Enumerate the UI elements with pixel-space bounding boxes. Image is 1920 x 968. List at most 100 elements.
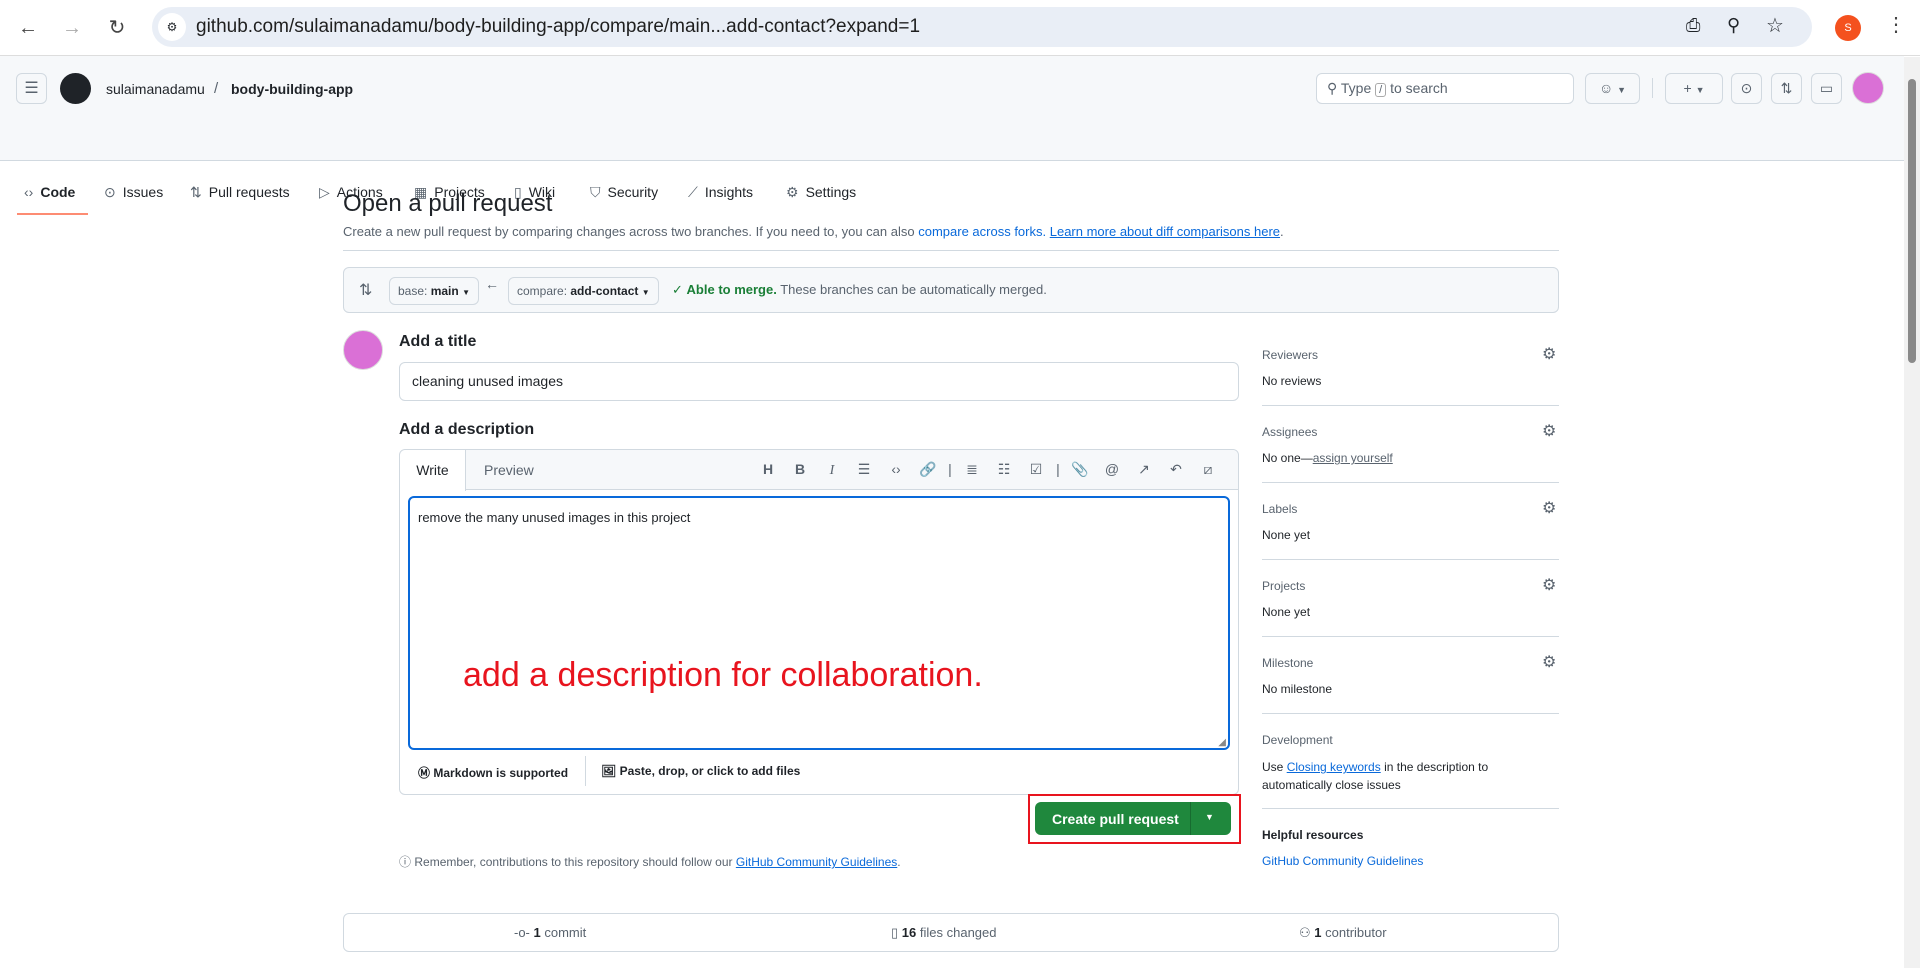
- scrollbar-thumb[interactable]: [1908, 79, 1916, 363]
- hamburger-menu-icon[interactable]: ☰: [16, 73, 47, 104]
- guidelines-link[interactable]: GitHub Community Guidelines: [736, 855, 897, 869]
- profile-avatar[interactable]: S: [1835, 15, 1861, 41]
- annotation-text: add a description for collaboration.: [463, 656, 983, 694]
- tab-insights[interactable]: ⟋ Insights: [688, 174, 753, 210]
- pull-requests-icon[interactable]: ⇅: [1771, 73, 1802, 104]
- bold-icon[interactable]: B: [784, 461, 816, 477]
- tab-write[interactable]: Write: [400, 450, 466, 491]
- compare-branch-select[interactable]: compare: add-contact ▼: [508, 277, 659, 305]
- base-label: base:: [398, 284, 428, 298]
- user-avatar[interactable]: [1852, 72, 1884, 104]
- italic-icon[interactable]: I: [816, 463, 848, 479]
- tab-issues[interactable]: ⊙ Issues: [104, 174, 163, 210]
- tab-preview[interactable]: Preview: [484, 450, 534, 490]
- back-icon[interactable]: ←: [14, 14, 42, 42]
- milestone-label[interactable]: Milestone: [1262, 656, 1313, 670]
- plus-icon: +: [1683, 80, 1692, 96]
- files-changed-link[interactable]: ▯ 16 files changed: [891, 925, 997, 941]
- menu-dots-icon[interactable]: ⋮: [1886, 12, 1906, 37]
- resize-handle-icon[interactable]: ◢: [1218, 737, 1226, 748]
- code-icon: ‹›: [24, 184, 34, 200]
- compare-forks-link[interactable]: compare across forks.: [918, 224, 1046, 239]
- summary-bar: -o- 1 commit ▯ 16 files changed ⚇ 1 cont…: [343, 913, 1559, 952]
- address-bar[interactable]: ⚙ github.com/sulaimanadamu/body-building…: [152, 7, 1812, 47]
- forward-icon[interactable]: →: [58, 14, 86, 42]
- mention-icon[interactable]: @: [1096, 461, 1128, 477]
- labels-label[interactable]: Labels: [1262, 502, 1297, 516]
- url-text[interactable]: github.com/sulaimanadamu/body-building-a…: [196, 16, 920, 38]
- divider: [1262, 559, 1559, 560]
- caret-down-icon[interactable]: ▼: [1205, 812, 1214, 822]
- tab-security[interactable]: ⛉ Security: [590, 174, 658, 210]
- task-list-icon[interactable]: ☑: [1020, 461, 1052, 478]
- gear-icon[interactable]: ⚙: [1542, 575, 1556, 595]
- development-note: Use Closing keywords in the description …: [1262, 758, 1532, 794]
- cross-reference-icon[interactable]: ↗: [1128, 461, 1160, 478]
- unordered-list-icon[interactable]: ☷: [988, 461, 1020, 478]
- issues-icon[interactable]: ⊙: [1731, 73, 1762, 104]
- create-new-button[interactable]: + ▼: [1665, 73, 1723, 104]
- slash-commands-icon[interactable]: ⧄: [1192, 461, 1224, 478]
- pull-request-icon: ⇅: [190, 183, 202, 200]
- bookmark-star-icon[interactable]: ☆: [1766, 13, 1784, 38]
- reload-icon[interactable]: ↻: [103, 14, 131, 42]
- projects-label[interactable]: Projects: [1262, 579, 1305, 593]
- divider: [1262, 713, 1559, 714]
- search-input[interactable]: ⚲ Type / to search: [1316, 73, 1574, 104]
- heading-icon[interactable]: H: [752, 461, 784, 477]
- period: .: [1280, 224, 1284, 239]
- gear-icon[interactable]: ⚙: [1542, 498, 1556, 518]
- copilot-icon: ☺: [1598, 80, 1614, 96]
- author-avatar: [343, 330, 383, 370]
- assign-yourself-link[interactable]: assign yourself: [1313, 451, 1393, 465]
- assignees-none: No one—: [1262, 451, 1313, 465]
- breadcrumb-separator: /: [214, 80, 219, 97]
- assignees-label[interactable]: Assignees: [1262, 425, 1317, 439]
- gear-icon[interactable]: ⚙: [1542, 344, 1556, 364]
- title-input[interactable]: cleaning unused images: [399, 362, 1239, 401]
- community-guidelines-link[interactable]: GitHub Community Guidelines: [1262, 854, 1423, 868]
- site-info-icon[interactable]: ⚙: [158, 13, 186, 41]
- link-icon[interactable]: 🔗: [912, 461, 944, 478]
- attach-icon[interactable]: 📎: [1064, 461, 1096, 478]
- chevron-down-icon: ▼: [1617, 85, 1627, 95]
- repo-link[interactable]: body-building-app: [231, 81, 353, 97]
- commits-link[interactable]: -o- 1 commit: [514, 925, 586, 940]
- base-branch-select[interactable]: base: main ▼: [389, 277, 479, 305]
- page-title: Open a pull request: [343, 190, 553, 217]
- closing-keywords-link[interactable]: Closing keywords: [1287, 760, 1381, 774]
- ordered-list-icon[interactable]: ≣: [956, 461, 988, 478]
- commits-label: commit: [544, 925, 587, 940]
- copilot-button[interactable]: ☺ ▼: [1585, 73, 1640, 104]
- zoom-icon[interactable]: ⚲: [1727, 15, 1740, 36]
- inbox-icon[interactable]: ▭: [1811, 73, 1842, 104]
- reviewers-label[interactable]: Reviewers: [1262, 348, 1318, 362]
- subtitle-text: Create a new pull request by comparing c…: [343, 224, 915, 239]
- github-logo-icon[interactable]: [60, 73, 91, 104]
- contributors-link[interactable]: ⚇ 1 contributor: [1299, 925, 1387, 941]
- base-value: main: [430, 284, 459, 298]
- guidelines-note: ⓘ Remember, contributions to this reposi…: [399, 855, 901, 869]
- create-pull-request-button[interactable]: Create pull request ▼: [1035, 802, 1231, 835]
- gear-icon[interactable]: ⚙: [1542, 421, 1556, 441]
- quote-icon[interactable]: ☰: [848, 461, 880, 478]
- reply-icon[interactable]: ↶: [1160, 461, 1192, 478]
- contrib-label: contributor: [1325, 925, 1387, 940]
- code-icon[interactable]: ‹›: [880, 461, 912, 477]
- markdown-note[interactable]: Ⓜ Markdown is supported: [418, 764, 568, 781]
- scrollbar[interactable]: [1904, 57, 1920, 968]
- tab-pull-requests[interactable]: ⇅ Pull requests: [190, 174, 290, 210]
- attach-text: Paste, drop, or click to add files: [619, 764, 801, 778]
- install-icon[interactable]: ⎙: [1686, 15, 1700, 36]
- tab-code[interactable]: ‹› Code: [24, 174, 75, 210]
- diff-help-link[interactable]: Learn more about diff comparisons here: [1050, 224, 1280, 239]
- gear-icon[interactable]: ⚙: [1542, 652, 1556, 672]
- description-textarea[interactable]: remove the many unused images in this pr…: [408, 496, 1230, 750]
- owner-link[interactable]: sulaimanadamu: [106, 81, 205, 97]
- active-tab-underline: [17, 213, 88, 215]
- divider: [343, 250, 1559, 251]
- tab-settings[interactable]: ⚙ Settings: [786, 174, 856, 210]
- markdown-text: Markdown is supported: [433, 766, 569, 780]
- attach-files-button[interactable]: 🖼 Paste, drop, or click to add files: [601, 764, 800, 778]
- reviewers-value: No reviews: [1262, 374, 1322, 388]
